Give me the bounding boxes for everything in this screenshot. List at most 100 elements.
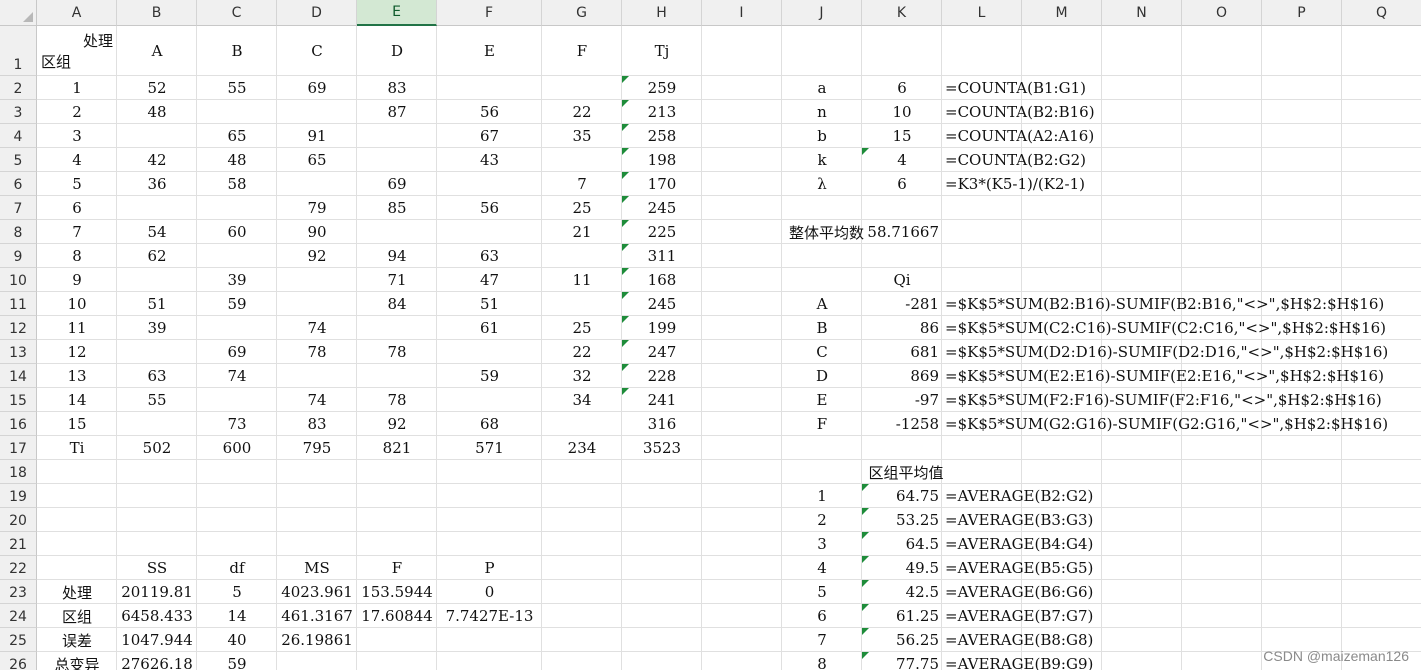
cell-e13[interactable]: 78 xyxy=(357,340,437,364)
grid-cell[interactable] xyxy=(542,484,622,508)
row-header-18[interactable]: 18 xyxy=(0,460,37,484)
cell-k23[interactable]: 42.5 xyxy=(862,580,942,604)
grid-cell[interactable] xyxy=(622,484,702,508)
cell-e15[interactable]: 78 xyxy=(357,388,437,412)
cell-l14[interactable]: =$K$5*SUM(E2:E16)-SUMIF(E2:E16,"<>",$H$2… xyxy=(942,364,1384,388)
grid-cell[interactable] xyxy=(117,340,197,364)
grid-cell[interactable] xyxy=(1262,580,1342,604)
grid-cell[interactable] xyxy=(1342,76,1421,100)
grid-cell[interactable] xyxy=(702,340,782,364)
cell-j2[interactable]: a xyxy=(782,76,862,100)
grid-cell[interactable] xyxy=(1182,484,1262,508)
grid-cell[interactable] xyxy=(1022,460,1102,484)
cell-g17[interactable]: 234 xyxy=(542,436,622,460)
cell-h4[interactable]: 258 xyxy=(622,124,702,148)
grid-cell[interactable] xyxy=(942,436,1022,460)
cell-f22[interactable]: P xyxy=(437,556,542,580)
grid-cell[interactable] xyxy=(1182,508,1262,532)
cell-j5[interactable]: k xyxy=(782,148,862,172)
cell-f7[interactable]: 56 xyxy=(437,196,542,220)
grid-cell[interactable] xyxy=(1182,220,1262,244)
grid-cell[interactable] xyxy=(197,196,277,220)
grid-cell[interactable] xyxy=(1182,124,1262,148)
grid-cell[interactable] xyxy=(1262,100,1342,124)
cell-k20[interactable]: 53.25 xyxy=(862,508,942,532)
cell-j6[interactable]: λ xyxy=(782,172,862,196)
cell-a16[interactable]: 15 xyxy=(37,412,117,436)
cell-c2[interactable]: 55 xyxy=(197,76,277,100)
cell-e9[interactable]: 94 xyxy=(357,244,437,268)
grid-cell[interactable] xyxy=(1182,76,1262,100)
grid-cell[interactable] xyxy=(1022,436,1102,460)
grid-cell[interactable] xyxy=(1342,100,1421,124)
grid-cell[interactable] xyxy=(1262,556,1342,580)
cell-a24[interactable]: 区组 xyxy=(37,604,117,628)
grid-cell[interactable] xyxy=(542,604,622,628)
cell-f14[interactable]: 59 xyxy=(437,364,542,388)
cell-d5[interactable]: 65 xyxy=(277,148,357,172)
grid-cell[interactable] xyxy=(1182,100,1262,124)
cell-f23[interactable]: 0 xyxy=(437,580,542,604)
grid-cell[interactable] xyxy=(702,268,782,292)
column-header-h[interactable]: H xyxy=(622,0,702,26)
grid-cell[interactable] xyxy=(1182,244,1262,268)
grid-cell[interactable] xyxy=(1102,556,1182,580)
grid-cell[interactable] xyxy=(1262,508,1342,532)
cell-l12[interactable]: =$K$5*SUM(C2:C16)-SUMIF(C2:C16,"<>",$H$2… xyxy=(942,316,1386,340)
cell-b26[interactable]: 27626.18 xyxy=(117,652,197,670)
cell-d4[interactable]: 91 xyxy=(277,124,357,148)
cell-l16[interactable]: =$K$5*SUM(G2:G16)-SUMIF(G2:G16,"<>",$H$2… xyxy=(942,412,1388,436)
grid-cell[interactable] xyxy=(702,652,782,670)
cell-j4[interactable]: b xyxy=(782,124,862,148)
cell-j23[interactable]: 5 xyxy=(782,580,862,604)
grid-cell[interactable] xyxy=(1102,100,1182,124)
cell-c16[interactable]: 73 xyxy=(197,412,277,436)
grid-cell[interactable] xyxy=(357,508,437,532)
cell-g10[interactable]: 11 xyxy=(542,268,622,292)
cell-l26[interactable]: =AVERAGE(B9:G9) xyxy=(942,652,1093,670)
grid-cell[interactable] xyxy=(1182,556,1262,580)
column-header-c[interactable]: C xyxy=(197,0,277,26)
cell-b23[interactable]: 20119.81 xyxy=(117,580,197,604)
grid-cell[interactable] xyxy=(1182,268,1262,292)
cell-k2[interactable]: 6 xyxy=(862,76,942,100)
cell-h1[interactable]: Tj xyxy=(622,26,702,76)
column-header-f[interactable]: F xyxy=(437,0,542,26)
cell-k12[interactable]: 86 xyxy=(862,316,942,340)
cell-h5[interactable]: 198 xyxy=(622,148,702,172)
cell-h2[interactable]: 259 xyxy=(622,76,702,100)
grid-cell[interactable] xyxy=(1022,26,1102,76)
cell-d9[interactable]: 92 xyxy=(277,244,357,268)
cell-j22[interactable]: 4 xyxy=(782,556,862,580)
grid-cell[interactable] xyxy=(702,148,782,172)
grid-cell[interactable] xyxy=(702,580,782,604)
grid-cell[interactable] xyxy=(942,196,1022,220)
cell-h3[interactable]: 213 xyxy=(622,100,702,124)
grid-cell[interactable] xyxy=(277,268,357,292)
grid-cell[interactable] xyxy=(437,484,542,508)
grid-cell[interactable] xyxy=(542,148,622,172)
cell-h6[interactable]: 170 xyxy=(622,172,702,196)
row-header-13[interactable]: 13 xyxy=(0,340,37,364)
spreadsheet-grid[interactable]: A B C D E F G H I J K L M N O P Q 1 2 3 4 5 6 7 8 9 10 11 12 13 14 15 16… xyxy=(0,0,1421,670)
cell-g1[interactable]: F xyxy=(542,26,622,76)
grid-cell[interactable] xyxy=(782,26,862,76)
cell-k26[interactable]: 77.75 xyxy=(862,652,942,670)
cell-j16[interactable]: F xyxy=(782,412,862,436)
grid-cell[interactable] xyxy=(437,388,542,412)
row-header-15[interactable]: 15 xyxy=(0,388,37,412)
grid-cell[interactable] xyxy=(357,532,437,556)
cell-c11[interactable]: 59 xyxy=(197,292,277,316)
row-header-20[interactable]: 20 xyxy=(0,508,37,532)
grid-cell[interactable] xyxy=(277,484,357,508)
grid-cell[interactable] xyxy=(437,628,542,652)
cell-f12[interactable]: 61 xyxy=(437,316,542,340)
cell-h8[interactable]: 225 xyxy=(622,220,702,244)
cell-j15[interactable]: E xyxy=(782,388,862,412)
grid-cell[interactable] xyxy=(437,340,542,364)
cell-l20[interactable]: =AVERAGE(B3:G3) xyxy=(942,508,1093,532)
grid-cell[interactable] xyxy=(782,244,862,268)
grid-cell[interactable] xyxy=(1342,436,1421,460)
grid-cell[interactable] xyxy=(702,316,782,340)
grid-cell[interactable] xyxy=(702,628,782,652)
